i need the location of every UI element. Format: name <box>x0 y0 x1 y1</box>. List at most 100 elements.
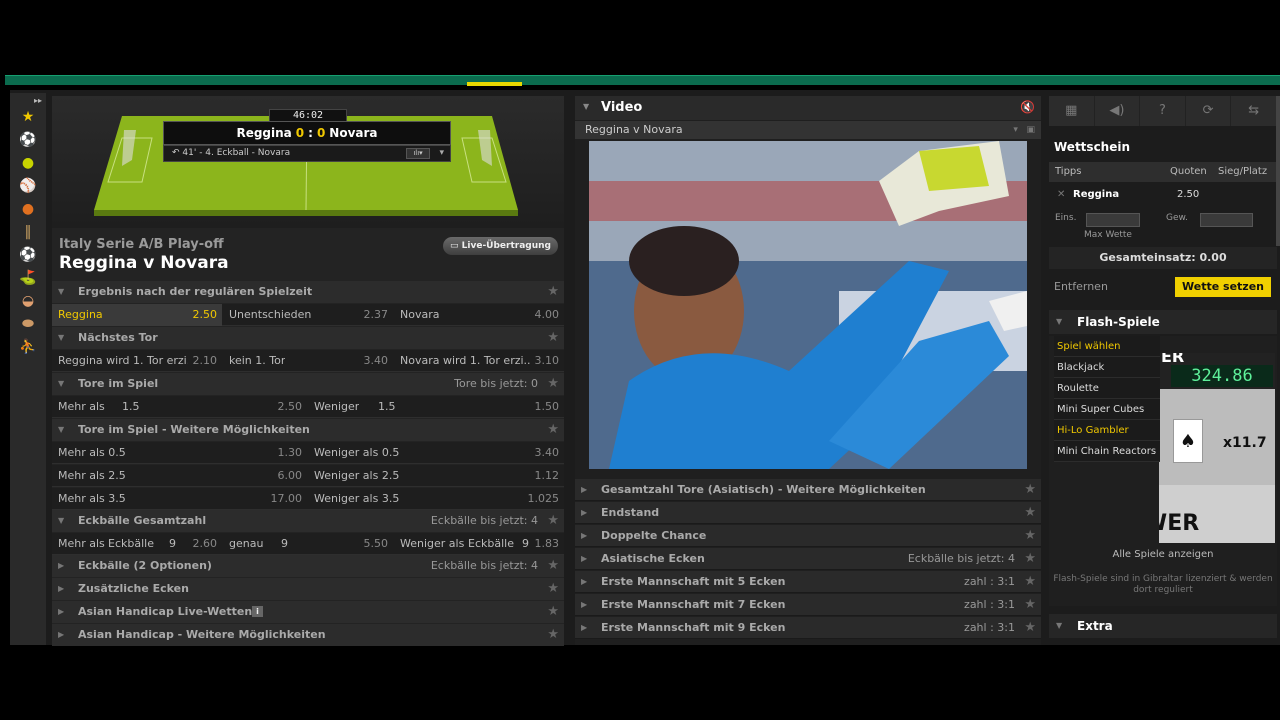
collapse-icon: ▼ <box>58 379 65 388</box>
market-header-extra-corners[interactable]: ▶ Zusätzliche Ecken ★ <box>52 578 564 600</box>
game-menu-item[interactable]: Spiel wählen <box>1054 336 1160 357</box>
odds-button[interactable]: Reggina wird 1. Tor erzi... 2.10 <box>52 350 222 372</box>
odds-button[interactable]: Weniger als 2.5 1.12 <box>308 465 564 487</box>
favorite-star-icon[interactable]: ★ <box>547 578 559 600</box>
favorite-star-icon[interactable]: ★ <box>1024 548 1036 570</box>
game-promo-image[interactable]: ER 324.86 ♠ x11.7 LOWER <box>1159 353 1275 543</box>
video-controls-icons[interactable]: ▾ ▣ <box>1013 121 1035 139</box>
game-menu-item[interactable]: Mini Chain Reactors <box>1054 441 1160 462</box>
football-icon[interactable]: ⚽ <box>18 130 38 150</box>
favorite-star-icon[interactable]: ★ <box>547 555 559 577</box>
odds-button[interactable]: kein 1. Tor 3.40 <box>223 350 393 372</box>
odds-button[interactable]: Mehr als 2.5 6.00 <box>52 465 307 487</box>
market-header-corners-2-options[interactable]: ▶ Eckbälle (2 Optionen) Eckbälle bis jet… <box>52 555 564 577</box>
refresh-icon[interactable]: ⟳ <box>1186 96 1232 126</box>
game-menu-item[interactable]: Mini Super Cubes <box>1054 399 1160 420</box>
market-header-asian-handicap-more[interactable]: ▶ Asian Handicap - Weitere Möglichkeiten… <box>52 624 564 646</box>
selection-label: Weniger als <box>400 537 465 550</box>
favorite-star-icon[interactable]: ★ <box>547 373 559 395</box>
mute-icon[interactable]: 🔇 <box>1020 100 1035 114</box>
expand-icon[interactable]: ▸▸ <box>34 96 42 105</box>
market-header-corners[interactable]: ▼ Eckbälle Gesamtzahl Eckbälle bis jetzt… <box>52 510 564 532</box>
odds-button[interactable]: Mehr als 3.5 17.00 <box>52 488 307 510</box>
soccer-icon[interactable]: ⚽ <box>18 245 38 265</box>
market-header-result[interactable]: ▼ Ergebnis nach der regulären Spielzeit … <box>52 281 564 303</box>
market-title: Erste Mannschaft mit 7 Ecken <box>601 598 786 611</box>
odds-button[interactable]: Mehr als Eckbälle 9 2.60 <box>52 533 222 555</box>
odds-button[interactable]: Weniger als 0.5 3.40 <box>308 442 564 464</box>
game-menu-item[interactable]: Roulette <box>1054 378 1160 399</box>
odds-button-home[interactable]: Reggina 2.50 <box>52 304 222 326</box>
sound-icon[interactable]: ◀) <box>1095 96 1141 126</box>
stake-input[interactable] <box>1086 213 1140 227</box>
event-text: 41' - 4. Eckball - Novara <box>182 148 291 158</box>
rugby-icon[interactable]: ⬬ <box>18 314 38 334</box>
odds-button-away[interactable]: Novara 4.00 <box>394 304 564 326</box>
cricket-icon[interactable]: ‖ <box>18 222 38 242</box>
market-header[interactable]: ▶ Asiatische Ecken Eckbälle bis jetzt: 4 ★ <box>575 548 1041 570</box>
favorite-star-icon[interactable]: ★ <box>547 624 559 646</box>
tennis-icon[interactable]: ● <box>18 153 38 173</box>
market-header[interactable]: ▶ Gesamtzahl Tore (Asiatisch) - Weitere M… <box>575 479 1041 501</box>
win-label: Gew. <box>1166 213 1188 223</box>
odds-button[interactable]: Weniger 1.5 1.50 <box>308 396 564 418</box>
odds-button[interactable]: Mehr als 0.5 1.30 <box>52 442 307 464</box>
scrollbar[interactable] <box>1276 96 1280 246</box>
odds-button[interactable]: Weniger als Eckbälle 9 1.83 <box>394 533 564 555</box>
favorite-star-icon[interactable]: ★ <box>547 601 559 623</box>
odds-button[interactable]: genau 9 5.50 <box>223 533 393 555</box>
favorite-star-icon[interactable]: ★ <box>1024 594 1036 616</box>
stats-icon[interactable]: ılı▾ <box>406 148 430 159</box>
market-header[interactable]: ▶ Erste Mannschaft mit 5 Ecken zahl : 3:1 ★ <box>575 571 1041 593</box>
max-bet-link[interactable]: Max Wette <box>1084 230 1132 240</box>
extra-header[interactable]: ▼ Extra <box>1049 614 1277 638</box>
favorite-star-icon[interactable]: ★ <box>547 281 559 303</box>
favorite-star-icon[interactable]: ★ <box>1024 525 1036 547</box>
market-header[interactable]: ▶ Erste Mannschaft mit 7 Ecken zahl : 3:1 ★ <box>575 594 1041 616</box>
video-header[interactable]: ▼ Video 🔇 <box>575 96 1041 120</box>
game-menu-item[interactable]: Blackjack <box>1054 357 1160 378</box>
market-header-next-goal[interactable]: ▼ Nächstes Tor ★ <box>52 327 564 349</box>
video-player[interactable] <box>589 141 1027 469</box>
market-header[interactable]: ▶ Doppelte Chance ★ <box>575 525 1041 547</box>
show-all-games-link[interactable]: Alle Spiele anzeigen <box>1049 549 1277 560</box>
remove-selection-icon[interactable]: ✕ <box>1057 184 1065 206</box>
odds-button[interactable]: Mehr als 1.5 2.50 <box>52 396 307 418</box>
scoreboard: Reggina 0 : 0 Novara <box>163 121 451 145</box>
volleyball-icon[interactable]: ◒ <box>18 291 38 311</box>
favorites-star-icon[interactable]: ★ <box>18 107 38 127</box>
info-icon[interactable]: i <box>252 606 263 617</box>
score-separator: : <box>308 126 313 140</box>
favorite-star-icon[interactable]: ★ <box>1024 617 1036 639</box>
swap-icon[interactable]: ⇆ <box>1231 96 1277 126</box>
favorite-star-icon[interactable]: ★ <box>547 419 559 441</box>
favorite-star-icon[interactable]: ★ <box>1024 502 1036 524</box>
favorite-star-icon[interactable]: ★ <box>1024 479 1036 501</box>
favorite-star-icon[interactable]: ★ <box>1024 571 1036 593</box>
place-bet-button[interactable]: Wette setzen <box>1175 277 1271 297</box>
calculator-icon[interactable]: ▦ <box>1049 96 1095 126</box>
odds-value: 1.30 <box>277 446 303 459</box>
live-stream-button[interactable]: ▭ Live-Übertragung <box>443 237 558 255</box>
golf-icon[interactable]: ⛳ <box>18 268 38 288</box>
help-icon[interactable]: ? <box>1140 96 1186 126</box>
game-menu-item[interactable]: Hi-Lo Gambler <box>1054 420 1160 441</box>
market-header-goals-more[interactable]: ▼ Tore im Spiel - Weitere Möglichkeiten … <box>52 419 564 441</box>
odds-button[interactable]: Novara wird 1. Tor erzi... 3.10 <box>394 350 564 372</box>
basketball-icon[interactable]: ● <box>18 199 38 219</box>
odds-button-draw[interactable]: Unentschieden 2.37 <box>223 304 393 326</box>
event-feed[interactable]: ↶ 41' - 4. Eckball - Novara ılı▾ ▾ <box>163 145 451 162</box>
favorite-star-icon[interactable]: ★ <box>547 510 559 532</box>
market-header[interactable]: ▶ Endstand ★ <box>575 502 1041 524</box>
market-header[interactable]: ▶ Erste Mannschaft mit 9 Ecken zahl : 3:1 ★ <box>575 617 1041 639</box>
market-title: Gesamtzahl Tore (Asiatisch) - Weitere Mö… <box>601 483 926 496</box>
baseball-icon[interactable]: ⚾ <box>18 176 38 196</box>
market-header-goals[interactable]: ▼ Tore im Spiel Tore bis jetzt: 0 ★ <box>52 373 564 395</box>
market-header-asian-handicap-live[interactable]: ▶ Asian Handicap Live-Wetten i ★ <box>52 601 564 623</box>
flash-games-header[interactable]: ▼ Flash-Spiele <box>1049 310 1277 334</box>
chevron-down-icon[interactable]: ▾ <box>439 146 444 161</box>
odds-button[interactable]: Weniger als 3.5 1.025 <box>308 488 564 510</box>
favorite-star-icon[interactable]: ★ <box>547 327 559 349</box>
more-sports-icon[interactable]: ⛹ <box>18 337 38 357</box>
remove-button[interactable]: Entfernen <box>1054 274 1108 300</box>
